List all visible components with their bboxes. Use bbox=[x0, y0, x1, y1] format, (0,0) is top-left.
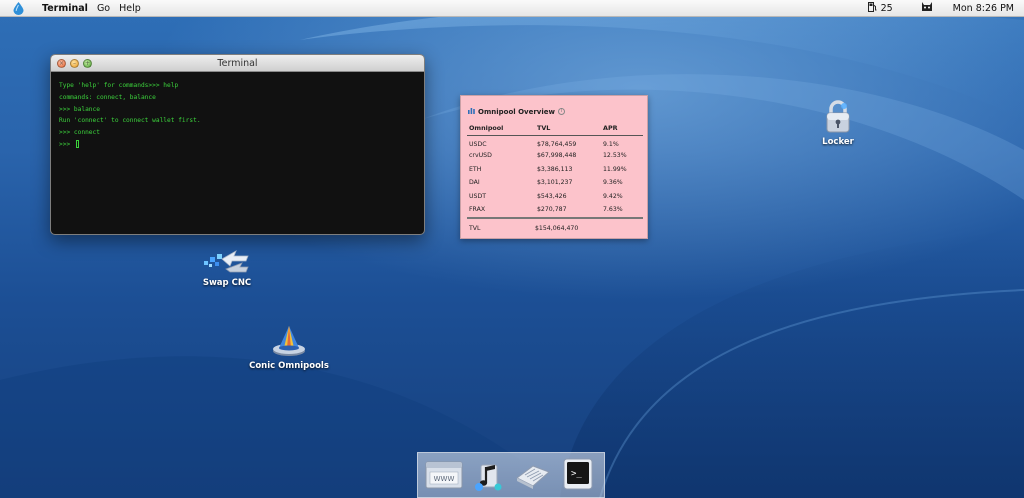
omnipool-table: Omnipool TVL APR USDC $78,764,459 9.1% c… bbox=[467, 123, 643, 217]
pool-apr: 9.42% bbox=[603, 192, 623, 200]
document-icon bbox=[516, 465, 551, 489]
terminal-line: commands: connect, balance bbox=[59, 93, 156, 101]
table-row: USDT $543,426 9.42% bbox=[467, 190, 643, 204]
terminal-output[interactable]: Type 'help' for commands>>> help command… bbox=[51, 72, 424, 159]
desktop-icon-conic-omnipools[interactable]: Conic Omnipools bbox=[248, 324, 330, 371]
browser-window-icon: WWW bbox=[425, 461, 463, 489]
terminal-line: >>> balance bbox=[59, 105, 100, 113]
desktop-icon-label: Locker bbox=[822, 137, 854, 147]
terminal-window[interactable]: × – + Terminal Type 'help' for commands>… bbox=[50, 54, 425, 235]
pool-name: USDC bbox=[469, 140, 487, 148]
terminal-title: Terminal bbox=[217, 58, 258, 69]
table-row: USDC $78,764,459 9.1% bbox=[467, 136, 643, 150]
total-tvl-row: TVL $154,064,470 bbox=[467, 217, 643, 232]
svg-text:>_: >_ bbox=[571, 469, 582, 479]
total-label: TVL bbox=[469, 225, 481, 232]
desktop-icon-label: Swap CNC bbox=[202, 278, 252, 288]
swap-arrows-icon bbox=[204, 250, 249, 273]
pool-apr: 7.63% bbox=[603, 206, 623, 214]
desktop-icon-locker[interactable]: Locker bbox=[812, 100, 864, 147]
terminal-cursor bbox=[75, 139, 79, 148]
omnipool-overview-widget: Omnipool Overview i Omnipool TVL APR USD… bbox=[460, 95, 648, 239]
table-row: ETH $3,386,113 11.99% bbox=[467, 163, 643, 177]
terminal-line: Type 'help' for commands>>> help bbox=[59, 82, 179, 89]
table-row: FRAX $270,787 7.63% bbox=[467, 203, 643, 217]
table-row: crvUSD $67,998,448 12.53% bbox=[467, 149, 643, 163]
browser-label: WWW bbox=[434, 475, 455, 483]
terminal-icon: >_ bbox=[563, 458, 593, 490]
gas-pump-icon bbox=[867, 1, 877, 15]
dock-item-document[interactable] bbox=[513, 455, 553, 495]
pool-apr: 9.36% bbox=[603, 179, 623, 187]
pool-apr: 12.53% bbox=[603, 152, 627, 160]
dock-item-terminal[interactable]: >_ bbox=[558, 455, 598, 495]
music-note-icon bbox=[474, 464, 502, 491]
terminal-prompt-line[interactable]: >>> bbox=[59, 139, 416, 151]
clock[interactable]: Mon 8:26 PM bbox=[953, 3, 1014, 14]
dock: WWW >_ bbox=[417, 452, 605, 498]
pool-tvl: $270,787 bbox=[537, 206, 567, 214]
column-header-tvl: TVL bbox=[535, 123, 601, 136]
dock-item-browser[interactable]: WWW bbox=[424, 455, 464, 495]
pool-name: ETH bbox=[469, 165, 482, 173]
menu-app-terminal[interactable]: Terminal bbox=[42, 3, 88, 14]
pool-tvl: $3,386,113 bbox=[537, 165, 573, 173]
terminal-titlebar[interactable]: × – + Terminal bbox=[51, 55, 424, 72]
desktop-icon-swap-cnc[interactable]: Swap CNC bbox=[196, 247, 258, 288]
padlock-icon bbox=[826, 100, 850, 133]
pool-tvl: $543,426 bbox=[537, 192, 567, 200]
pool-name: USDT bbox=[469, 192, 487, 200]
column-header-omnipool: Omnipool bbox=[467, 123, 535, 136]
gas-value: 25 bbox=[880, 2, 893, 14]
pool-name: DAI bbox=[469, 179, 480, 187]
table-row: DAI $3,101,237 9.36% bbox=[467, 176, 643, 190]
water-drop-icon[interactable] bbox=[13, 1, 25, 15]
info-icon[interactable]: i bbox=[557, 108, 565, 115]
bar-chart-icon bbox=[468, 107, 475, 116]
pool-tvl: $3,101,237 bbox=[537, 179, 573, 187]
dock-item-music[interactable] bbox=[469, 455, 509, 495]
pool-apr: 9.1% bbox=[603, 140, 619, 148]
pool-name: crvUSD bbox=[469, 152, 492, 160]
widget-title-bar: Omnipool Overview i bbox=[468, 107, 565, 116]
pool-name: FRAX bbox=[469, 206, 486, 214]
pool-tvl: $67,998,448 bbox=[537, 152, 577, 160]
pool-apr: 11.99% bbox=[603, 165, 627, 173]
terminal-line: >>> connect bbox=[59, 129, 100, 137]
desktop-icon-label: Conic Omnipools bbox=[249, 361, 329, 371]
menu-help[interactable]: Help bbox=[119, 3, 141, 14]
column-header-apr: APR bbox=[601, 123, 643, 136]
widget-title: Omnipool Overview bbox=[478, 107, 555, 116]
cat-icon[interactable] bbox=[921, 1, 933, 15]
cone-icon bbox=[273, 326, 305, 356]
terminal-line: Run 'connect' to connect wallet first. bbox=[59, 117, 201, 125]
menu-bar: Terminal Go Help 25 Mon 8:26 PM bbox=[0, 0, 1024, 17]
menu-go[interactable]: Go bbox=[97, 3, 110, 14]
total-value: $154,064,470 bbox=[535, 225, 579, 232]
pool-tvl: $78,764,459 bbox=[537, 140, 577, 148]
terminal-prompt: >>> bbox=[59, 140, 74, 148]
